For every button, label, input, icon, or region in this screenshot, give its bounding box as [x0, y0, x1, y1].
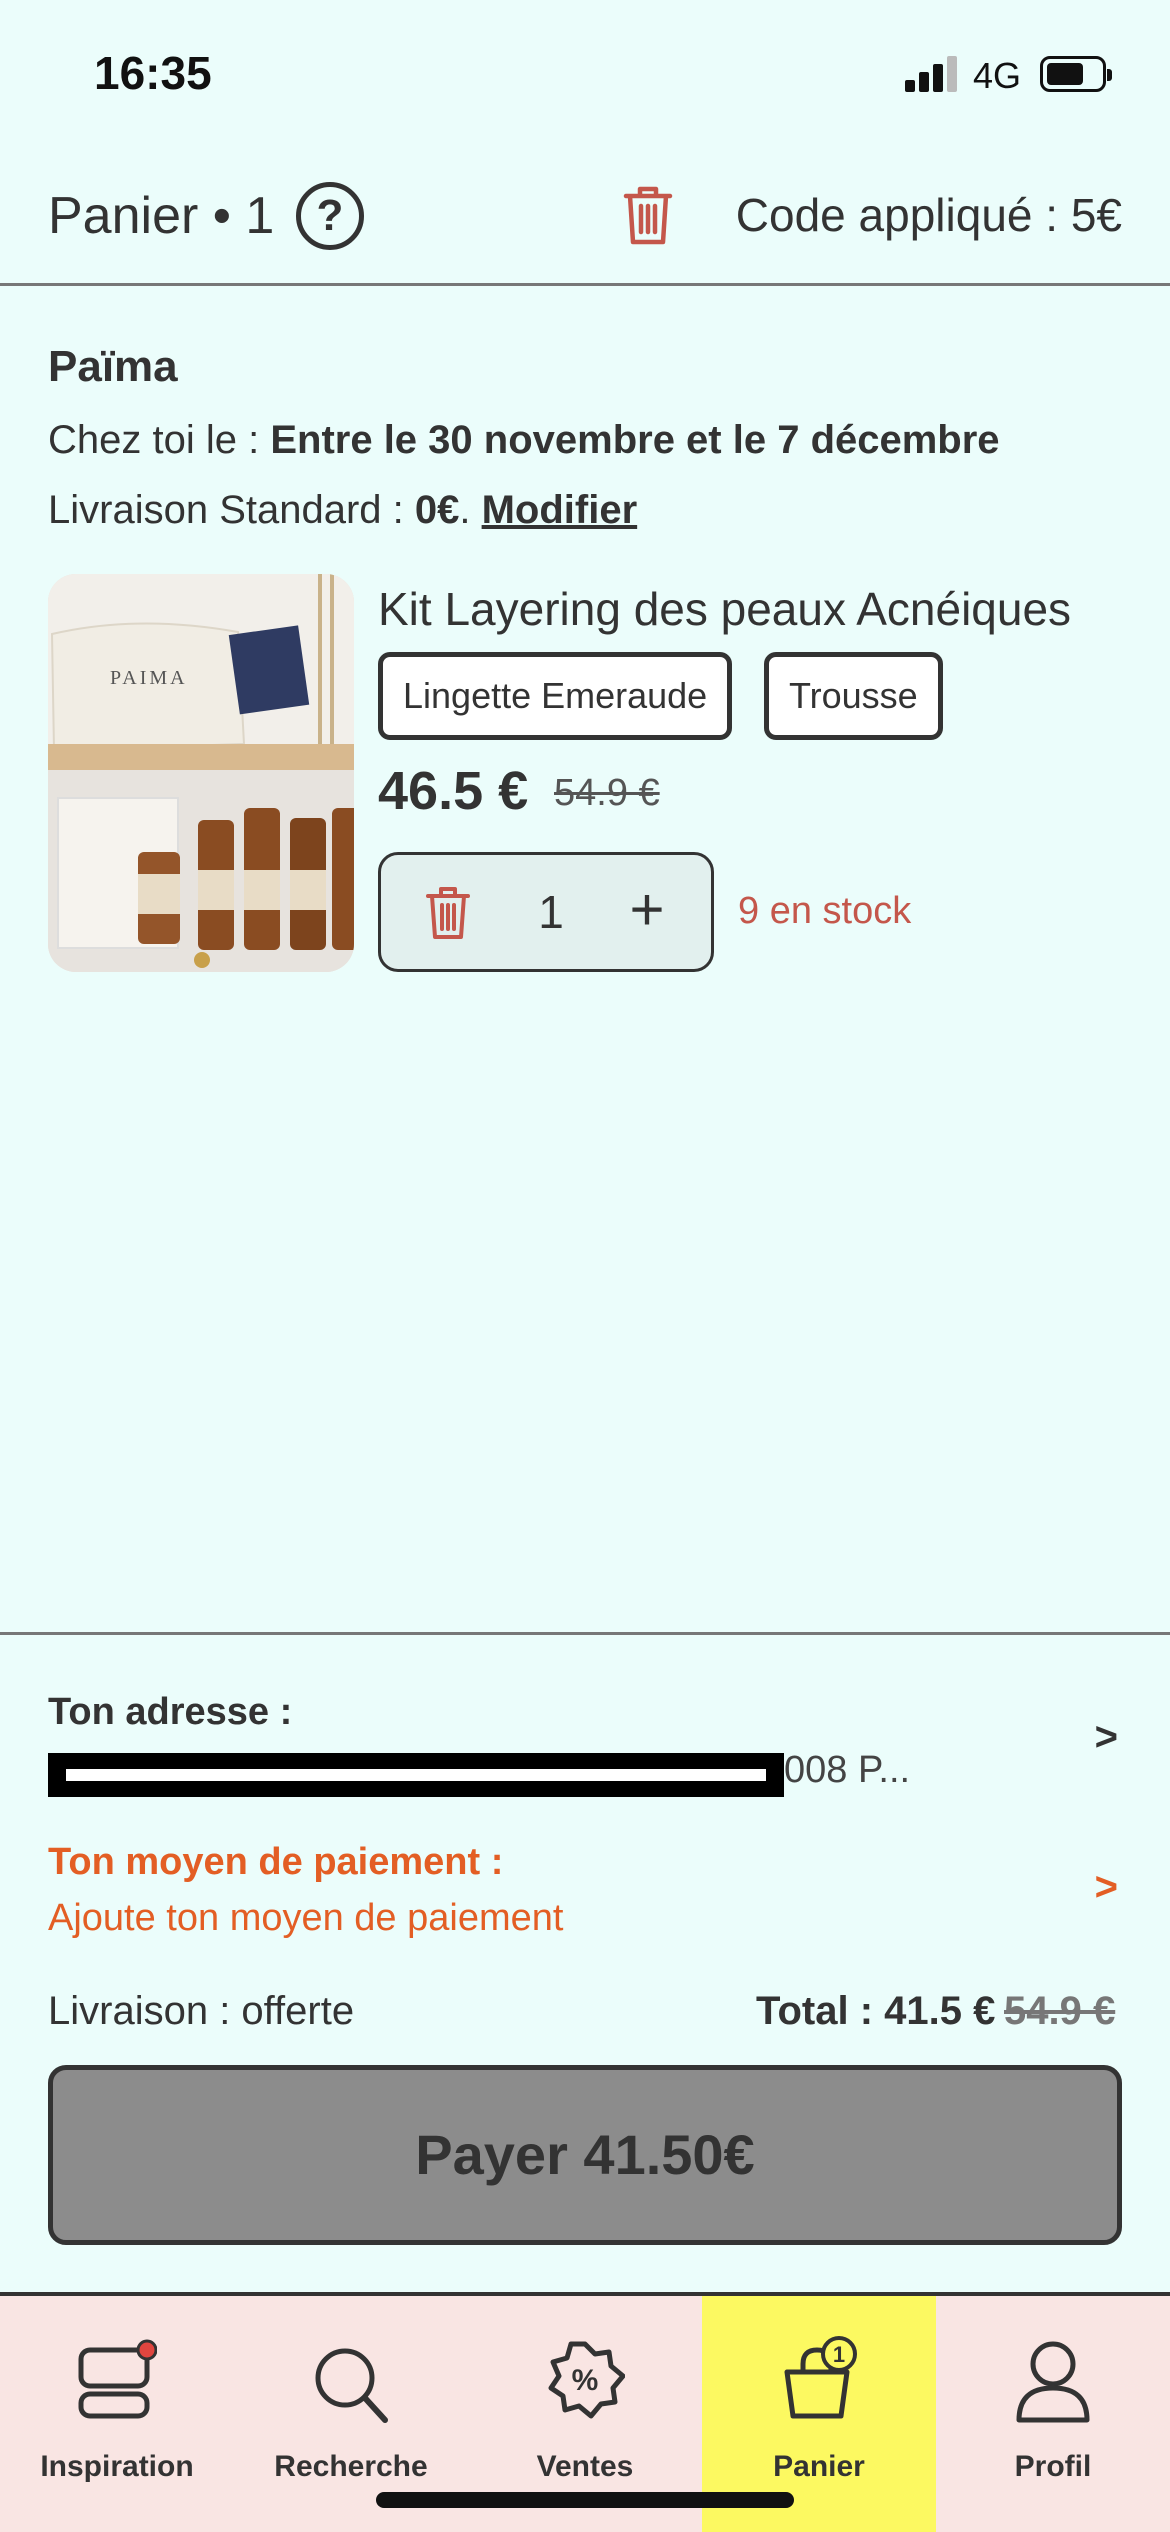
- tab-label-recherche: Recherche: [274, 2450, 428, 2483]
- delivery-estimate: Chez toi le : Entre le 30 novembre et le…: [48, 418, 1000, 463]
- status-time: 16:35: [94, 47, 212, 99]
- delivery-prefix: Chez toi le :: [48, 418, 271, 462]
- help-icon[interactable]: ?: [296, 182, 364, 250]
- page-title: Panier • 1: [48, 187, 275, 245]
- add-payment-link[interactable]: Ajoute ton moyen de paiement: [48, 1897, 563, 1940]
- quantity-stepper: 1 +: [378, 852, 714, 972]
- modify-shipping-link[interactable]: Modifier: [482, 488, 638, 532]
- product-old-price: 54.9 €: [554, 772, 660, 814]
- payment-chevron-icon[interactable]: >: [1095, 1865, 1118, 1910]
- address-label: Ton adresse :: [48, 1691, 293, 1733]
- search-icon: [315, 2348, 388, 2423]
- percent-badge-icon: %: [548, 2341, 625, 2419]
- stock-status: 9 en stock: [738, 890, 912, 932]
- product-price: 46.5 €: [378, 761, 529, 821]
- tab-label-inspiration: Inspiration: [40, 2450, 194, 2483]
- status-bar: 16:35 4G: [0, 0, 1170, 150]
- image-brand-text: PAIMA: [110, 667, 188, 689]
- home-indicator[interactable]: [376, 2492, 794, 2508]
- tab-label-panier: Panier: [773, 2450, 865, 2483]
- shipping-summary: Livraison : offerte: [48, 1989, 355, 2033]
- option-chip-lingette[interactable]: Lingette Emeraude: [378, 652, 733, 740]
- shipping-separator: .: [459, 488, 482, 532]
- cart-badge-count: 1: [833, 2342, 845, 2367]
- remove-item-icon[interactable]: [425, 885, 471, 941]
- promo-code-label[interactable]: Code appliqué : 5€: [736, 188, 1122, 242]
- payment-label: Ton moyen de paiement :: [48, 1841, 504, 1883]
- tab-profil[interactable]: Profil: [936, 2296, 1170, 2532]
- product-title[interactable]: Kit Layering des peaux Acnéiques: [378, 582, 1071, 636]
- tab-label-ventes: Ventes: [536, 2450, 634, 2483]
- total-old-amount: 54.9 €: [1004, 1989, 1116, 2033]
- shipping-cost: 0€: [414, 488, 460, 532]
- shipping-method: Livraison Standard : 0€. Modifier: [48, 488, 637, 533]
- tab-label-profil: Profil: [1014, 2450, 1092, 2483]
- network-label: 4G: [973, 55, 1022, 96]
- cart-header: Panier • 1 ? Code appliqué : 5€: [0, 150, 1170, 286]
- signal-icon: [905, 56, 959, 92]
- checkout-panel: Ton adresse : 008 P... > Ton moyen de pa…: [0, 1632, 1170, 2292]
- total-amount: Total : 41.5 €: [756, 1989, 996, 2033]
- product-image[interactable]: PAIMA: [48, 574, 354, 972]
- delivery-dates: Entre le 30 novembre et le 7 décembre: [270, 418, 1000, 462]
- tab-inspiration[interactable]: Inspiration: [0, 2296, 234, 2532]
- battery-icon: [1040, 56, 1112, 92]
- address-chevron-icon[interactable]: >: [1095, 1715, 1118, 1760]
- seller-name: Païma: [48, 342, 178, 391]
- product-photo: PAIMA: [48, 574, 354, 972]
- inspiration-icon: [78, 2339, 157, 2419]
- address-value[interactable]: 008 P...: [784, 1749, 910, 1792]
- quantity-value: 1: [538, 886, 564, 938]
- option-chip-trousse[interactable]: Trousse: [764, 652, 943, 740]
- profile-icon: [1016, 2341, 1090, 2423]
- pay-button[interactable]: Payer 41.50€: [48, 2065, 1122, 2245]
- shipping-prefix: Livraison Standard :: [48, 488, 415, 532]
- bag-icon: 1: [784, 2336, 857, 2419]
- svg-text:%: %: [572, 2364, 599, 2397]
- trash-icon[interactable]: [622, 184, 674, 246]
- increase-quantity-button[interactable]: +: [617, 875, 677, 945]
- address-redacted: [48, 1753, 784, 1797]
